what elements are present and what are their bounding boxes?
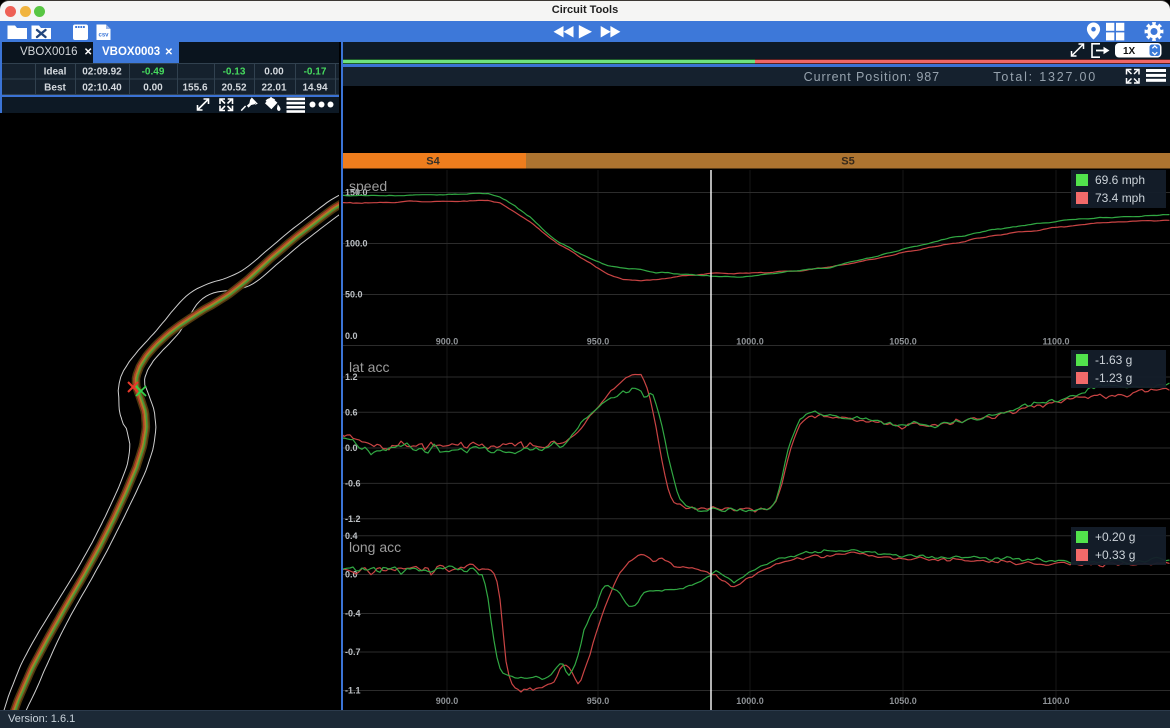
- svg-text:1100.0: 1100.0: [1042, 696, 1069, 706]
- svg-text:0.00: 0.00: [143, 83, 163, 94]
- svg-text:Ideal: Ideal: [44, 67, 67, 78]
- svg-text:14.94: 14.94: [302, 83, 327, 94]
- svg-text:Best: Best: [44, 83, 66, 94]
- svg-text:950.0: 950.0: [587, 337, 610, 347]
- svg-text:02:10.40: 02:10.40: [82, 83, 122, 94]
- svg-text:-1.2: -1.2: [345, 514, 361, 524]
- svg-text:S4: S4: [426, 156, 440, 168]
- svg-text:1000.0: 1000.0: [736, 696, 764, 706]
- svg-text:+0.20 g: +0.20 g: [1095, 530, 1135, 544]
- svg-text:100.0: 100.0: [345, 239, 368, 249]
- svg-text:-0.49: -0.49: [142, 67, 165, 78]
- svg-text:-0.13: -0.13: [223, 67, 246, 78]
- svg-text:1000.0: 1000.0: [736, 337, 764, 347]
- svg-text:csv: csv: [98, 33, 109, 39]
- svg-text:lat acc: lat acc: [349, 359, 389, 375]
- svg-text:0.0: 0.0: [345, 443, 358, 453]
- svg-text:+0.33 g: +0.33 g: [1095, 548, 1135, 562]
- svg-text:0.00: 0.00: [264, 67, 284, 78]
- svg-text:1X: 1X: [1123, 46, 1136, 57]
- svg-text:-1.63 g: -1.63 g: [1095, 353, 1132, 367]
- svg-text:long acc: long acc: [349, 539, 401, 555]
- svg-text:02:09.92: 02:09.92: [82, 67, 122, 78]
- svg-text:20.52: 20.52: [221, 83, 246, 94]
- svg-text:900.0: 900.0: [436, 337, 459, 347]
- svg-text:-0.7: -0.7: [345, 647, 361, 657]
- svg-text:0.0: 0.0: [345, 331, 358, 341]
- svg-text:-0.4: -0.4: [345, 609, 361, 619]
- svg-text:50.0: 50.0: [345, 290, 363, 300]
- svg-text:0.6: 0.6: [345, 407, 358, 417]
- svg-text:-1.23 g: -1.23 g: [1095, 371, 1132, 385]
- svg-text:155.6: 155.6: [182, 83, 207, 94]
- svg-text:1050.0: 1050.0: [889, 337, 917, 347]
- svg-text:22.01: 22.01: [261, 83, 286, 94]
- svg-text:73.4 mph: 73.4 mph: [1095, 191, 1145, 205]
- svg-text:950.0: 950.0: [587, 696, 610, 706]
- svg-text:69.6 mph: 69.6 mph: [1095, 173, 1145, 187]
- svg-text:1100.0: 1100.0: [1042, 337, 1069, 347]
- svg-text:speed: speed: [349, 178, 387, 194]
- svg-text:900.0: 900.0: [436, 696, 459, 706]
- svg-text:-1.1: -1.1: [345, 686, 361, 696]
- svg-text:S5: S5: [841, 156, 854, 168]
- svg-text:-0.6: -0.6: [345, 478, 361, 488]
- svg-text:1050.0: 1050.0: [889, 696, 917, 706]
- svg-text:-0.17: -0.17: [304, 67, 327, 78]
